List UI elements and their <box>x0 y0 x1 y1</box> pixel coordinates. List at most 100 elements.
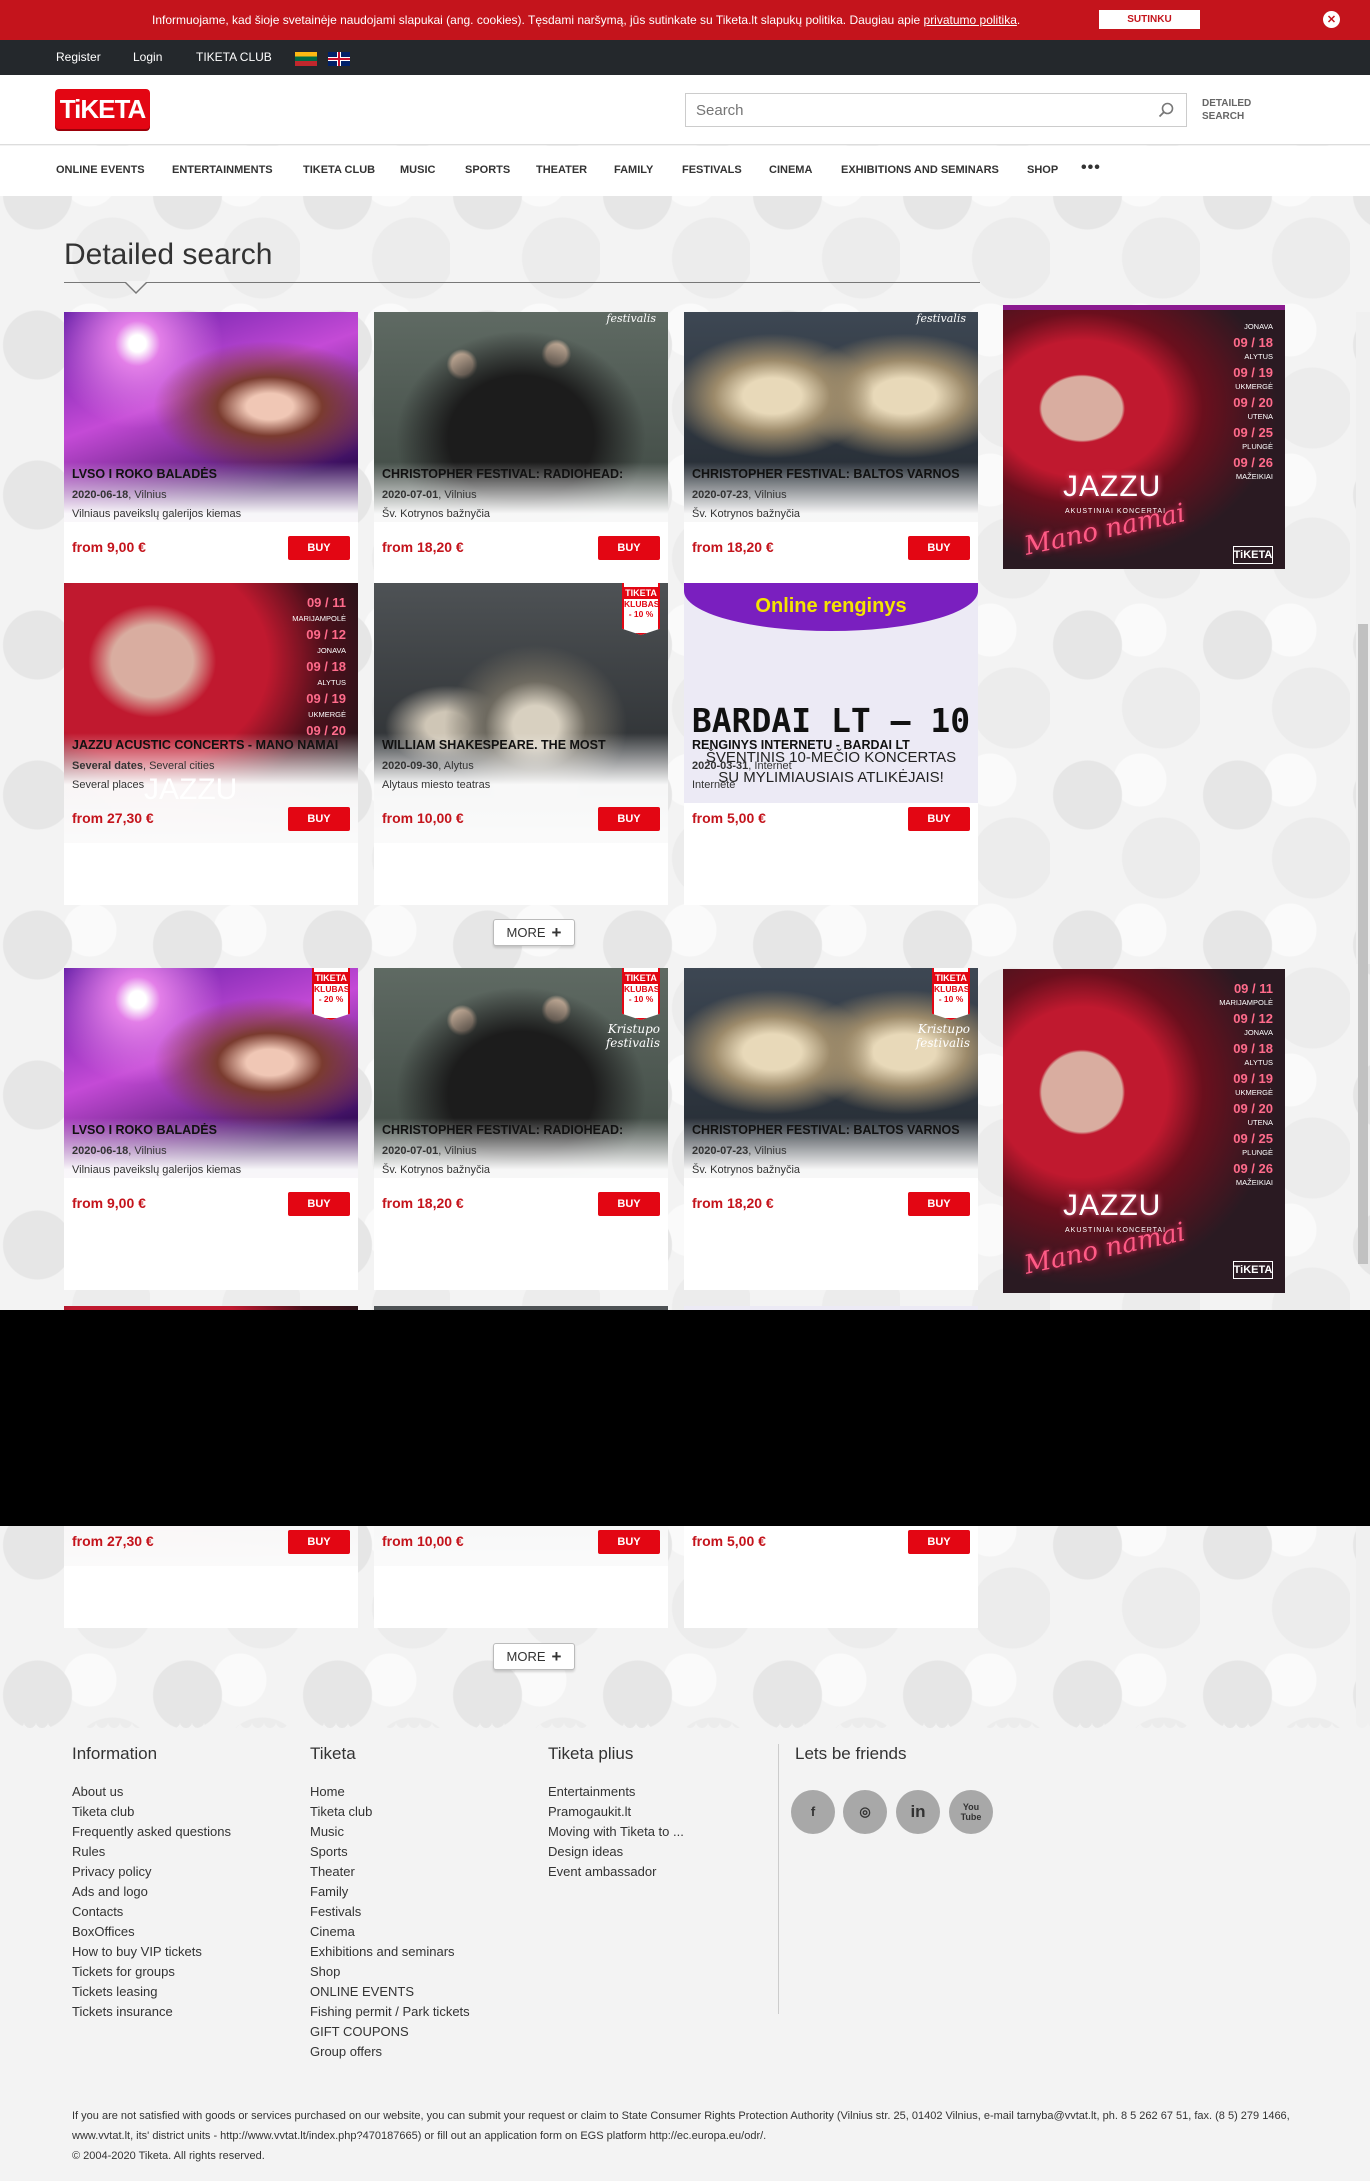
footer-link[interactable]: Tickets insurance <box>72 2002 231 2022</box>
event-card[interactable]: 09 / 11 MARIJAMPOLĖ 09 / 12 JONAVA 09 / … <box>64 583 358 905</box>
footer-link[interactable]: Tickets for groups <box>72 1962 231 1982</box>
footer-link[interactable]: Exhibitions and seminars <box>310 1942 470 1962</box>
event-card[interactable]: Online renginys BARDAI LT – 10 ŠVENTINIS… <box>684 583 978 905</box>
event-card[interactable]: TIKETA KLUBAS - 10 % WILLIAM SHAKESPEARE. … <box>374 583 668 905</box>
footer-link[interactable]: Home <box>310 1782 470 1802</box>
footer-link[interactable]: Cinema <box>310 1922 470 1942</box>
footer-link[interactable]: Festivals <box>310 1902 470 1922</box>
search-input[interactable] <box>696 102 1136 119</box>
buy-button[interactable]: BUY <box>288 1192 350 1216</box>
footer-link[interactable]: GIFT COUPONS <box>310 2022 470 2042</box>
youtube-icon[interactable]: You Tube <box>949 1790 993 1834</box>
footer-link[interactable]: Tickets leasing <box>72 1982 231 2002</box>
event-name[interactable]: CHRISTOPHER FESTIVAL: BALTOS VARNOS <box>692 1123 972 1137</box>
buy-button[interactable]: BUY <box>598 1530 660 1554</box>
close-icon[interactable]: ✕ <box>1323 11 1340 28</box>
footer-link[interactable]: Ads and logo <box>72 1882 231 1902</box>
nav-shop[interactable]: SHOP <box>1027 164 1058 176</box>
ad-dates: 09 / 11 MARIJAMPOLĖ 09 / 12 JONAVA 09 / 18… <box>1219 981 1273 1187</box>
footer-link[interactable]: Design ideas <box>548 1842 684 1862</box>
footer-link[interactable]: How to buy VIP tickets <box>72 1942 231 1962</box>
jazzu-ad-banner[interactable]: JAZZU AKUSTINIAI KONCERTAI Mano namai JO… <box>1003 305 1285 569</box>
footer-link[interactable]: Rules <box>72 1842 231 1862</box>
tiketa-club-link[interactable]: TIKETA CLUB <box>196 50 272 64</box>
footer-link[interactable]: Tiketa club <box>72 1802 231 1822</box>
event-name[interactable]: JAZZU ACUSTIC CONCERTS - MANO NAMAI <box>72 738 352 752</box>
footer-link[interactable]: Privacy policy <box>72 1862 231 1882</box>
nav-festivals[interactable]: FESTIVALS <box>682 164 742 176</box>
buy-button[interactable]: BUY <box>908 536 970 560</box>
facebook-icon[interactable]: f <box>791 1790 835 1834</box>
event-price: from 18,20 € <box>382 1195 464 1211</box>
footer-link[interactable]: Event ambassador <box>548 1862 684 1882</box>
nav-tiketa-club[interactable]: TIKETA CLUB <box>303 164 375 176</box>
more-button[interactable]: MORE + <box>493 1643 575 1670</box>
privacy-policy-link[interactable]: privatumo politika <box>924 13 1017 27</box>
event-card[interactable]: TIKETA KLUBAS - 10 % Kristupo festivalis CH… <box>374 968 668 1290</box>
footer-link[interactable]: Entertainments <box>548 1782 684 1802</box>
footer-link[interactable]: Tiketa club <box>310 1802 470 1822</box>
login-link[interactable]: Login <box>133 50 162 64</box>
footer-link[interactable]: Moving with Tiketa to ... <box>548 1822 684 1842</box>
nav-online-events[interactable]: ONLINE EVENTS <box>56 164 145 176</box>
event-name[interactable]: CHRISTOPHER FESTIVAL: RADIOHEAD: <box>382 1123 662 1137</box>
register-link[interactable]: Register <box>56 50 101 64</box>
event-price: from 10,00 € <box>382 810 464 826</box>
nav-exhibitions-and-seminars[interactable]: EXHIBITIONS AND SEMINARS <box>841 164 999 176</box>
footer-link[interactable]: BoxOffices <box>72 1922 231 1942</box>
event-price: from 5,00 € <box>692 810 766 826</box>
event-card[interactable]: TIKETA KLUBAS - 20 % LVSO I ROKO BALADĖS 2… <box>64 968 358 1290</box>
jazzu-ad-banner[interactable]: JAZZU AKUSTINIAI KONCERTAI Mano namai 09… <box>1003 969 1285 1293</box>
event-card[interactable]: TIKETA KLUBAS - 10 % Kristupo festivalis CH… <box>684 968 978 1290</box>
footer-link[interactable]: Theater <box>310 1862 470 1882</box>
footer-link[interactable]: Fishing permit / Park tickets <box>310 2002 470 2022</box>
event-name[interactable]: LVSO I ROKO BALADĖS <box>72 467 352 481</box>
lithuanian-flag-icon[interactable] <box>295 52 317 66</box>
event-name[interactable]: CHRISTOPHER FESTIVAL: RADIOHEAD: <box>382 467 662 481</box>
footer-link[interactable]: Group offers <box>310 2042 470 2062</box>
nav-entertainments[interactable]: ENTERTAINMENTS <box>172 164 273 176</box>
nav-music[interactable]: MUSIC <box>400 164 435 176</box>
footer-link[interactable]: Shop <box>310 1962 470 1982</box>
footer-link[interactable]: Family <box>310 1882 470 1902</box>
tiketa-logo[interactable]: TiKETA <box>55 89 150 129</box>
buy-button[interactable]: BUY <box>288 536 350 560</box>
nav-theater[interactable]: THEATER <box>536 164 587 176</box>
english-flag-icon[interactable] <box>328 52 350 66</box>
buy-button[interactable]: BUY <box>288 807 350 831</box>
footer-link[interactable]: Pramogaukit.lt <box>548 1802 684 1822</box>
buy-button[interactable]: BUY <box>598 807 660 831</box>
footer-link[interactable]: Music <box>310 1822 470 1842</box>
buy-button[interactable]: BUY <box>908 807 970 831</box>
buy-button[interactable]: BUY <box>908 1530 970 1554</box>
scrollbar[interactable] <box>1356 312 1370 1264</box>
footer-link[interactable]: Contacts <box>72 1902 231 1922</box>
search-icon[interactable] <box>1158 102 1174 118</box>
event-name[interactable]: CHRISTOPHER FESTIVAL: BALTOS VARNOS <box>692 467 972 481</box>
detailed-search-link[interactable]: DETAILED SEARCH <box>1202 97 1251 123</box>
event-date-city: 2020-03-31, Internet <box>692 760 792 772</box>
event-price: from 9,00 € <box>72 1195 146 1211</box>
linkedin-icon[interactable]: in <box>896 1790 940 1834</box>
event-name[interactable]: RENGINYS INTERNETU - BARDAI LT <box>692 738 972 752</box>
more-button[interactable]: MORE + <box>493 919 575 946</box>
footer-link[interactable]: Sports <box>310 1842 470 1862</box>
footer-link[interactable]: Frequently asked questions <box>72 1822 231 1842</box>
event-name[interactable]: WILLIAM SHAKESPEARE. THE MOST <box>382 738 662 752</box>
event-name[interactable]: LVSO I ROKO BALADĖS <box>72 1123 352 1137</box>
buy-button[interactable]: BUY <box>598 536 660 560</box>
buy-button[interactable]: BUY <box>908 1192 970 1216</box>
buy-button[interactable]: BUY <box>288 1530 350 1554</box>
more-dots-icon[interactable]: ••• <box>1081 159 1101 177</box>
buy-button[interactable]: BUY <box>598 1192 660 1216</box>
cookie-accept-button[interactable]: SUTINKU <box>1099 10 1200 29</box>
event-date-city: 2020-07-01, Vilnius <box>382 1145 477 1157</box>
nav-sports[interactable]: SPORTS <box>465 164 510 176</box>
footer-link[interactable]: ONLINE EVENTS <box>310 1982 470 2002</box>
blank-region <box>0 1310 1370 1526</box>
nav-cinema[interactable]: CINEMA <box>769 164 812 176</box>
event-date-city: 2020-09-30, Alytus <box>382 760 474 772</box>
nav-family[interactable]: FAMILY <box>614 164 653 176</box>
footer-link[interactable]: About us <box>72 1782 231 1802</box>
instagram-icon[interactable]: ◎ <box>843 1790 887 1834</box>
